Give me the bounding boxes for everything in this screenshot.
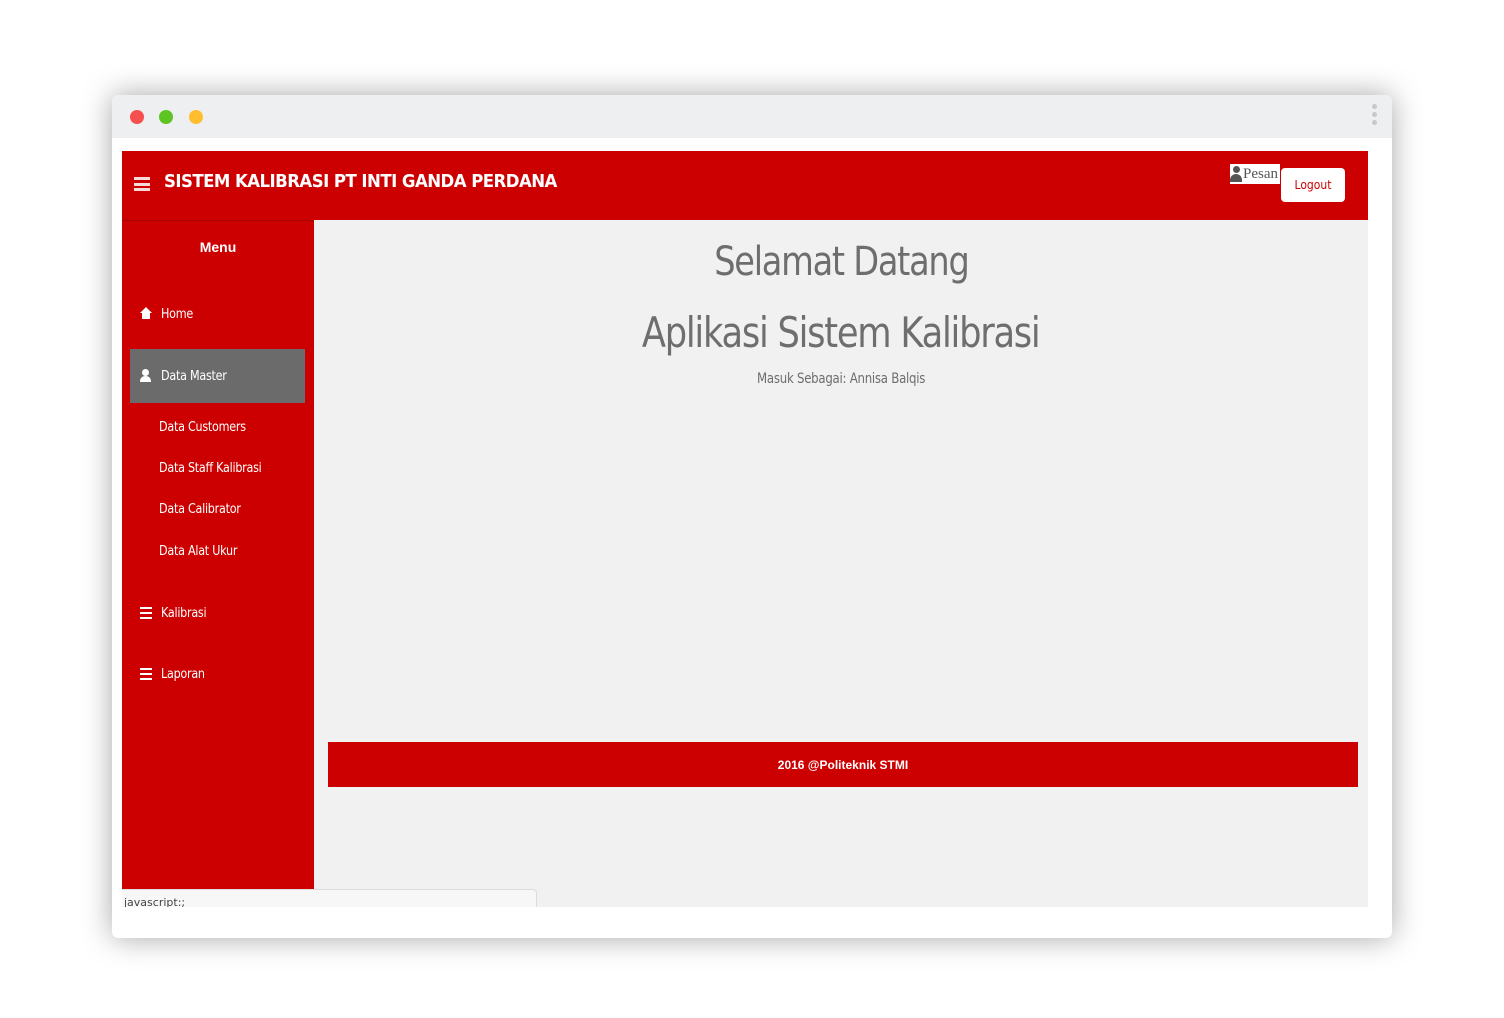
app-title[interactable]: SISTEM KALIBRASI PT INTI GANDA PERDANA bbox=[164, 171, 557, 192]
pesan-label: Pesan bbox=[1243, 165, 1278, 182]
submenu-item-data-customers[interactable]: Data Customers bbox=[159, 420, 246, 435]
minimize-window-button[interactable] bbox=[159, 110, 173, 124]
sidebar-item-data-master[interactable]: Data Master bbox=[130, 349, 305, 403]
sidebar-item-label: Kalibrasi bbox=[161, 605, 207, 621]
kebab-menu-icon[interactable] bbox=[1368, 104, 1380, 130]
page-bottom-area bbox=[122, 907, 1368, 938]
web-page: SISTEM KALIBRASI PT INTI GANDA PERDANA P… bbox=[122, 151, 1368, 907]
browser-window: SISTEM KALIBRASI PT INTI GANDA PERDANA P… bbox=[112, 95, 1392, 938]
pesan-link[interactable]: Pesan bbox=[1230, 164, 1280, 184]
close-window-button[interactable] bbox=[130, 110, 144, 124]
sidebar: Menu Home Data Master Data Customers Dat… bbox=[122, 220, 314, 907]
logout-button[interactable]: Logout bbox=[1281, 168, 1345, 202]
app-subheading: Aplikasi Sistem Kalibrasi bbox=[642, 308, 1041, 357]
status-bar: javascript:; bbox=[122, 889, 537, 907]
sidebar-item-home[interactable]: Home bbox=[130, 287, 305, 341]
sidebar-item-label: Data Master bbox=[161, 368, 227, 384]
sidebar-item-label: Laporan bbox=[161, 666, 205, 682]
sidebar-item-label: Home bbox=[161, 306, 193, 322]
submenu-item-data-staff-kalibrasi[interactable]: Data Staff Kalibrasi bbox=[159, 461, 262, 476]
sidebar-item-laporan[interactable]: Laporan bbox=[130, 647, 305, 701]
user-icon bbox=[139, 369, 153, 383]
user-icon bbox=[1230, 166, 1242, 182]
hamburger-menu-icon[interactable] bbox=[134, 177, 150, 191]
sidebar-title: Menu bbox=[199, 239, 237, 255]
login-info: Masuk Sebagai: Annisa Balqis bbox=[756, 371, 926, 387]
top-navbar: SISTEM KALIBRASI PT INTI GANDA PERDANA P… bbox=[122, 151, 1368, 220]
submenu-item-data-alat-ukur[interactable]: Data Alat Ukur bbox=[159, 544, 237, 559]
welcome-heading: Selamat Datang bbox=[713, 239, 970, 285]
zoom-window-button[interactable] bbox=[189, 110, 203, 124]
home-icon bbox=[139, 307, 153, 321]
page-footer: 2016 @Politeknik STMI bbox=[328, 742, 1358, 787]
list-icon bbox=[139, 667, 153, 681]
sidebar-item-kalibrasi[interactable]: Kalibrasi bbox=[130, 586, 305, 640]
list-icon bbox=[139, 606, 153, 620]
browser-titlebar bbox=[112, 95, 1392, 138]
submenu-item-data-calibrator[interactable]: Data Calibrator bbox=[159, 502, 241, 517]
